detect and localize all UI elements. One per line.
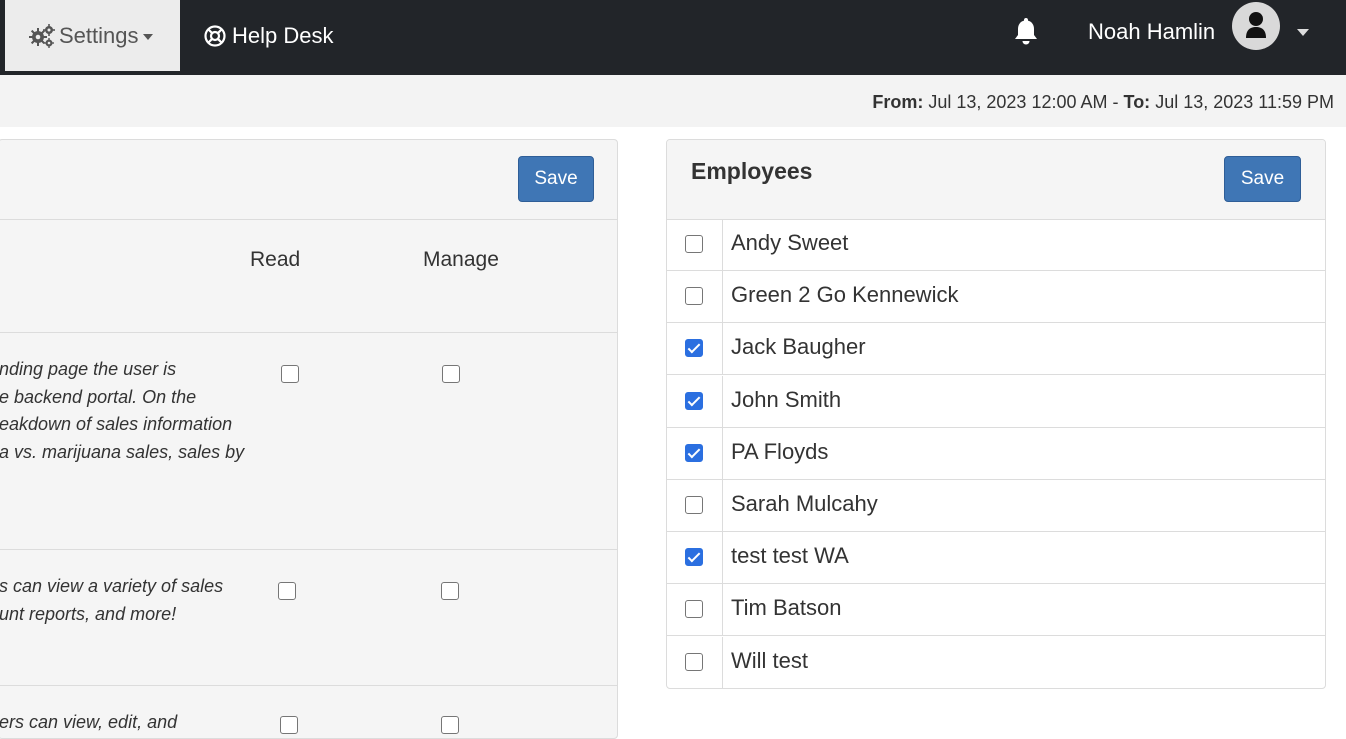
range-separator: - — [1112, 92, 1119, 112]
employee-row: Andy Sweet — [667, 219, 1325, 271]
permission-description: s can view a variety of sales unt report… — [0, 576, 224, 624]
chevron-down-icon — [142, 33, 153, 40]
cell-divider — [722, 271, 723, 323]
cell-divider — [722, 584, 723, 636]
permission-manage-checkbox[interactable] — [441, 716, 459, 734]
user-menu[interactable]: Noah Hamlin — [1088, 0, 1215, 64]
employee-row: Sarah Mulcahy — [667, 480, 1325, 532]
employee-checkbox[interactable] — [685, 443, 703, 462]
cell-divider — [722, 219, 723, 270]
employees-save-button[interactable]: Save — [1224, 156, 1301, 202]
avatar[interactable] — [1232, 2, 1280, 50]
employee-name: test test WA — [731, 543, 849, 569]
permission-description: ers can view, edit, and — [0, 712, 178, 732]
permission-read-checkbox[interactable] — [278, 582, 296, 600]
employee-row: Green 2 Go Kennewick — [667, 271, 1325, 324]
cell-divider — [722, 375, 723, 427]
row-divider — [0, 332, 617, 333]
help-desk-label: Help Desk — [232, 22, 334, 48]
life-ring-icon — [204, 24, 226, 47]
employee-checkbox[interactable] — [685, 496, 703, 514]
cell-divider — [722, 532, 723, 584]
employees-panel: Employees Save Andy Sweet Green 2 Go Kenn… — [666, 139, 1326, 689]
employees-panel-header: Employees Save — [667, 140, 1325, 220]
employee-row: Tim Batson — [667, 584, 1325, 637]
cell-divider — [722, 480, 723, 531]
employee-checkbox[interactable] — [685, 339, 703, 358]
employee-name: Green 2 Go Kennewick — [731, 282, 959, 308]
top-navbar: Settings Help Desk Noah Hamlin — [0, 0, 1346, 75]
employee-name: Sarah Mulcahy — [731, 491, 878, 516]
column-header-manage: Manage — [423, 248, 499, 271]
employee-row: test test WA — [667, 532, 1325, 585]
employee-checkbox[interactable] — [685, 548, 703, 567]
employee-row: PA Floyds — [667, 427, 1325, 480]
user-menu-caret-icon[interactable] — [1297, 29, 1309, 36]
to-label: To: — [1123, 92, 1151, 112]
permission-manage-checkbox[interactable] — [442, 365, 460, 383]
employee-checkbox[interactable] — [685, 287, 703, 306]
permissions-save-button[interactable]: Save — [518, 156, 594, 202]
permissions-panel-header: Save — [0, 140, 617, 220]
permissions-panel: Save Read Manage nding page the user is … — [0, 139, 618, 739]
bell-icon[interactable] — [1012, 16, 1040, 46]
permission-manage-checkbox[interactable] — [441, 582, 459, 600]
employee-checkbox[interactable] — [685, 391, 703, 410]
employee-name: PA Floyds — [731, 438, 829, 464]
from-label: From: — [872, 92, 924, 112]
permission-read-checkbox[interactable] — [281, 365, 299, 383]
employee-name: Tim Batson — [731, 595, 842, 621]
row-divider — [0, 685, 617, 686]
gears-icon — [29, 23, 55, 48]
settings-menu[interactable]: Settings — [5, 0, 180, 71]
cell-divider — [722, 323, 723, 375]
column-header-read: Read — [250, 248, 301, 271]
row-divider — [0, 549, 617, 550]
help-desk-link[interactable]: Help Desk — [204, 0, 333, 71]
employee-checkbox[interactable] — [685, 652, 703, 671]
employee-name: John Smith — [731, 386, 842, 412]
employee-name: Andy Sweet — [731, 230, 849, 255]
from-value: Jul 13, 2023 12:00 AM — [928, 92, 1108, 112]
employee-checkbox[interactable] — [685, 600, 703, 619]
employees-title: Employees — [691, 158, 813, 184]
date-range-bar: From: Jul 13, 2023 12:00 AM - To: Jul 13… — [0, 75, 1346, 127]
permission-read-checkbox[interactable] — [280, 716, 298, 734]
user-silhouette-icon — [1246, 12, 1266, 38]
cell-divider — [722, 636, 723, 688]
employee-row: Will test — [667, 636, 1325, 688]
user-name: Noah Hamlin — [1088, 19, 1216, 44]
employee-name: Will test — [731, 647, 808, 673]
employee-checkbox[interactable] — [685, 235, 703, 253]
employee-row: John Smith — [667, 375, 1325, 428]
to-value: Jul 13, 2023 11:59 PM — [1155, 92, 1334, 112]
employee-name: Jack Baugher — [731, 334, 866, 360]
cell-divider — [722, 427, 723, 479]
settings-label: Settings — [59, 22, 139, 48]
permission-description: nding page the user is e backend portal.… — [0, 359, 245, 462]
employee-row: Jack Baugher — [667, 323, 1325, 376]
date-range: From: Jul 13, 2023 12:00 AM - To: Jul 13… — [872, 92, 1334, 113]
